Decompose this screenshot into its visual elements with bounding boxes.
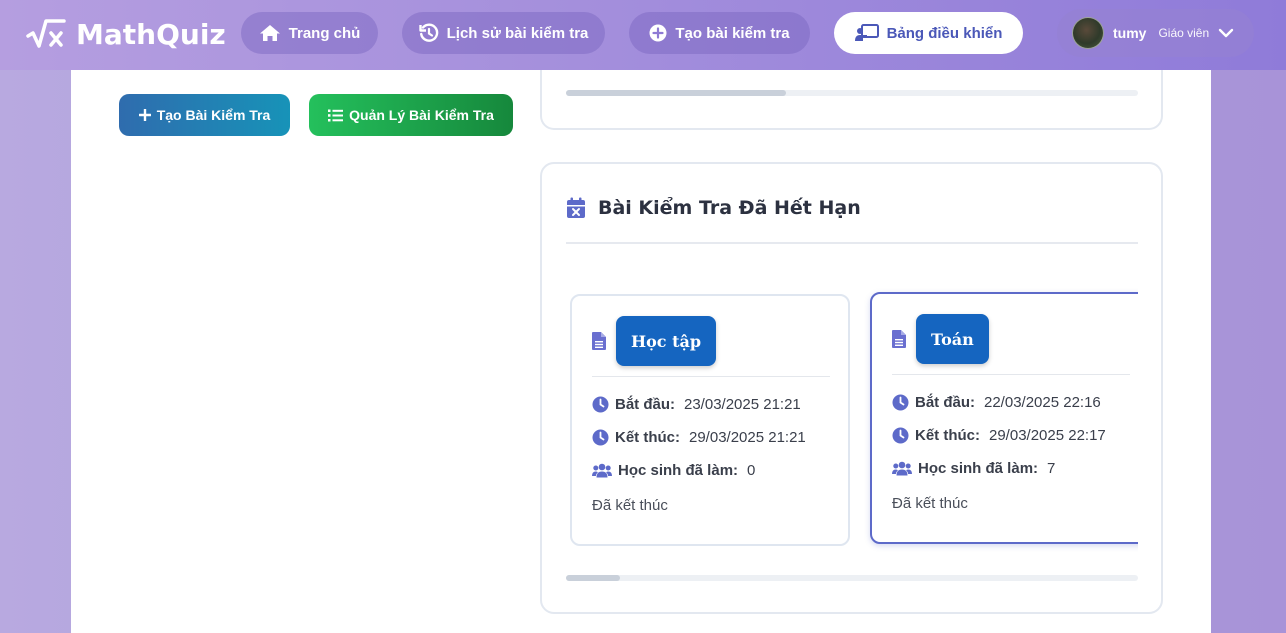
expired-quizzes-card: Bài Kiểm Tra Đã Hết Hạn Học tập Bắt đầu:… [540,162,1163,614]
horizontal-scrollbar[interactable] [566,90,1138,96]
clock-icon [592,396,609,413]
start-value: 22/03/2025 22:16 [984,394,1101,411]
quiz-card[interactable]: Học tập Bắt đầu: 23/03/2025 21:21 Kết th… [570,294,850,546]
students-row: Học sinh đã làm: 7 [892,460,1055,477]
nav-history-label: Lịch sử bài kiểm tra [446,24,589,42]
quiz-carousel: Học tập Bắt đầu: 23/03/2025 21:21 Kết th… [566,284,1138,554]
chevron-down-icon [1218,28,1234,38]
nav-create-quiz-label: Tạo bài kiểm tra [675,24,790,42]
plus-circle-icon [649,24,667,42]
document-icon [892,330,906,348]
brand-name: MathQuiz [76,17,226,51]
scrollbar-thumb[interactable] [566,575,620,581]
section-title: Bài Kiểm Tra Đã Hết Hạn [566,197,861,219]
subject-badge: Toán [916,314,989,364]
quiz-card[interactable]: Toán Bắt đầu: 22/03/2025 22:16 Kết thúc:… [870,292,1138,544]
plus-icon [138,109,151,121]
nav-dashboard-label: Bảng điều khiển [886,24,1003,42]
top-navbar: MathQuiz Trang chủ Lịch sử bài kiểm tra … [0,0,1286,70]
main-panel: Tạo Bài Kiểm Tra Quản Lý Bài Kiểm Tra Bà… [71,60,1211,633]
subject-badge: Học tập [616,316,717,366]
divider [892,374,1130,375]
history-icon [418,23,438,42]
section-title-text: Bài Kiểm Tra Đã Hết Hạn [598,197,861,219]
status-text: Đã kết thúc [592,497,668,514]
end-time-row: Kết thúc: 29/03/2025 21:21 [592,429,806,446]
start-value: 23/03/2025 21:21 [684,396,801,413]
start-label: Bắt đầu: [615,396,675,413]
user-name: tumy [1113,25,1147,41]
nav-home-label: Trang chủ [288,24,361,42]
user-role: Giáo viên [1158,26,1210,40]
divider [592,376,830,377]
document-icon [592,332,606,350]
end-value: 29/03/2025 21:21 [689,429,806,446]
avatar [1072,17,1104,49]
manage-quiz-button[interactable]: Quản Lý Bài Kiểm Tra [309,94,513,136]
horizontal-scrollbar[interactable] [566,575,1138,581]
students-value: 0 [747,462,756,479]
user-menu[interactable]: tumy Giáo viên [1057,9,1254,57]
square-root-x-icon [26,19,66,48]
users-icon [592,463,612,478]
list-icon [328,109,344,121]
nav-create-quiz[interactable]: Tạo bài kiểm tra [629,12,810,54]
end-value: 29/03/2025 22:17 [989,427,1106,444]
start-time-row: Bắt đầu: 23/03/2025 21:21 [592,396,801,413]
students-label: Học sinh đã làm: [618,462,739,479]
start-time-row: Bắt đầu: 22/03/2025 22:16 [892,394,1101,411]
clock-icon [892,394,909,411]
students-label: Học sinh đã làm: [918,460,1039,477]
chalkboard-teacher-icon [854,24,879,41]
clock-icon [892,427,909,444]
nav-home[interactable]: Trang chủ [241,12,378,54]
divider [566,242,1138,244]
end-label: Kết thúc: [615,429,680,446]
users-icon [892,461,912,476]
start-label: Bắt đầu: [915,394,975,411]
students-row: Học sinh đã làm: 0 [592,462,755,479]
end-time-row: Kết thúc: 29/03/2025 22:17 [892,427,1106,444]
end-label: Kết thúc: [915,427,980,444]
create-quiz-label: Tạo Bài Kiểm Tra [156,107,271,123]
students-value: 7 [1047,460,1056,477]
nav-history[interactable]: Lịch sử bài kiểm tra [402,12,605,54]
active-quizzes-card [540,60,1163,130]
create-quiz-button[interactable]: Tạo Bài Kiểm Tra [119,94,290,136]
home-icon [259,25,280,41]
nav-dashboard[interactable]: Bảng điều khiển [834,12,1023,54]
brand-logo[interactable]: MathQuiz [26,14,226,54]
calendar-x-icon [567,197,585,218]
scrollbar-thumb[interactable] [566,90,786,96]
status-text: Đã kết thúc [892,495,968,512]
manage-quiz-label: Quản Lý Bài Kiểm Tra [349,107,494,123]
clock-icon [592,429,609,446]
